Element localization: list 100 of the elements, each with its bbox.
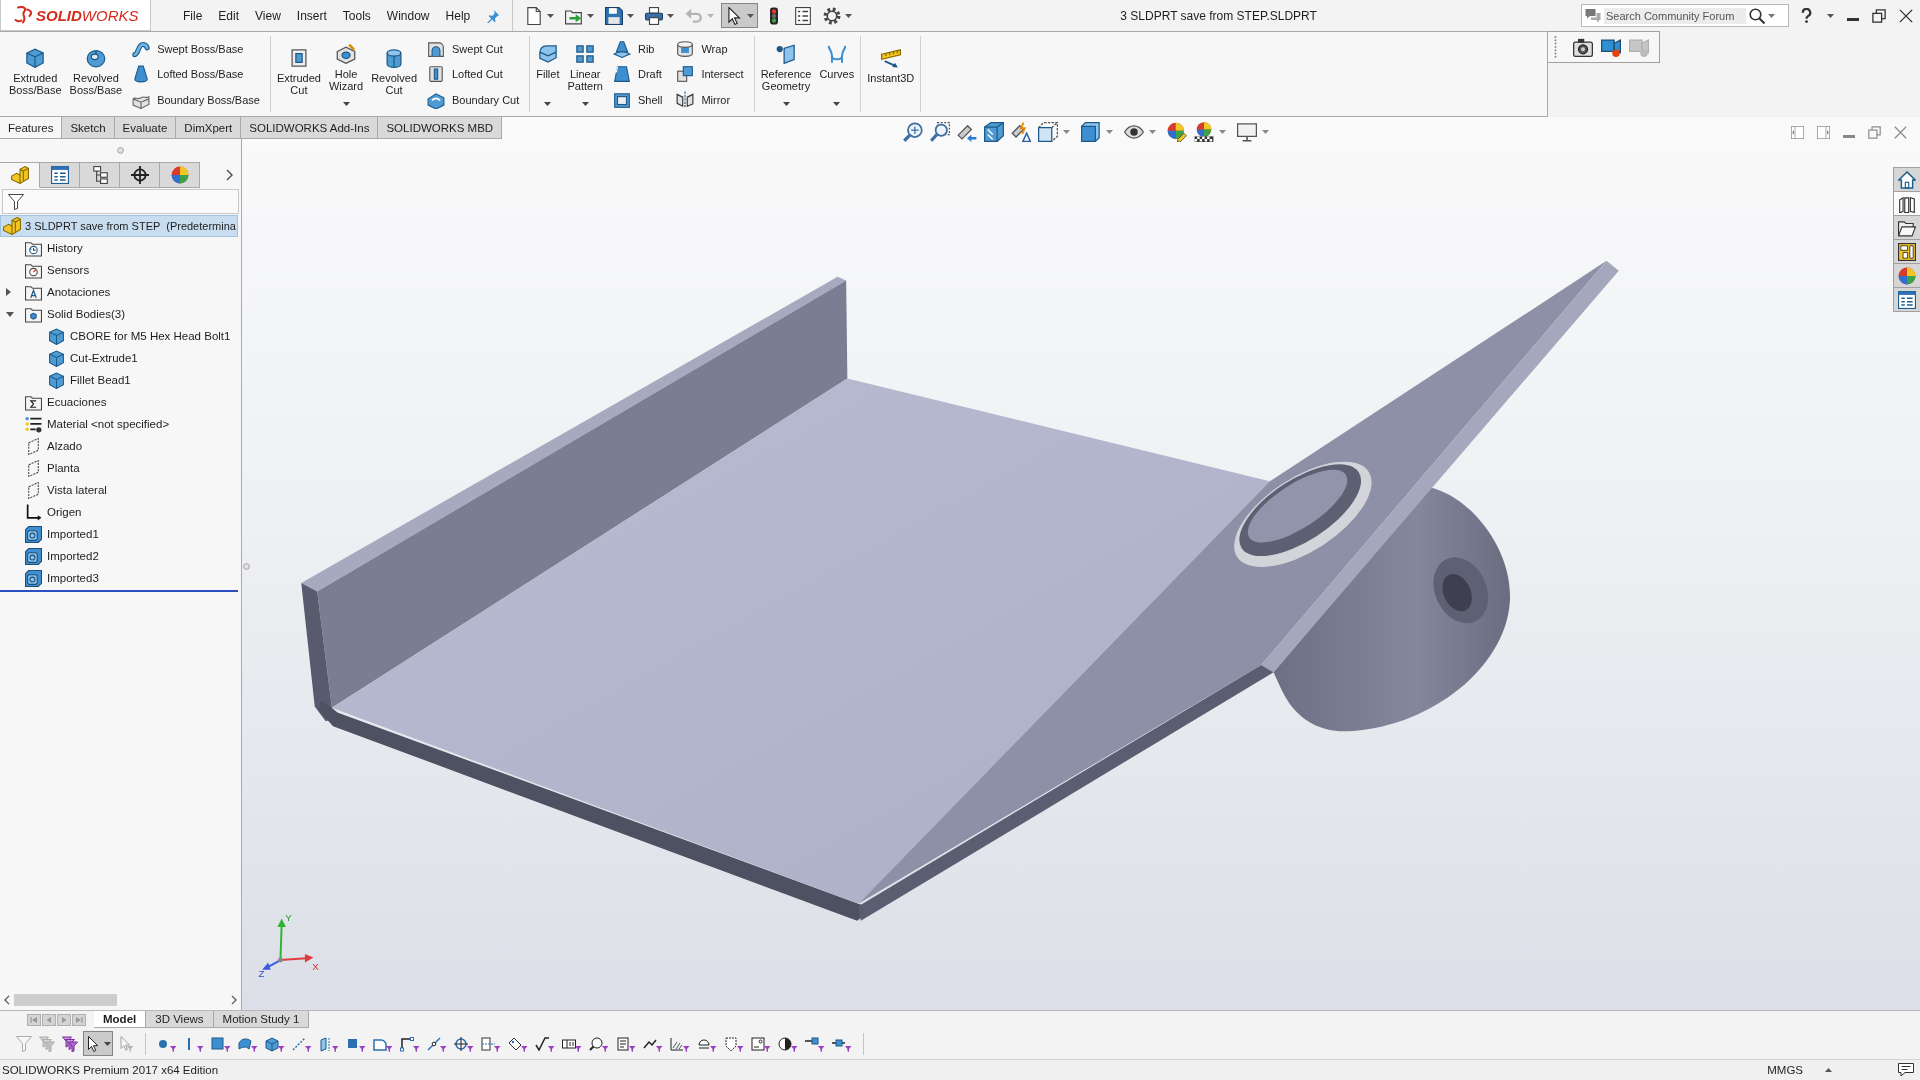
tool-button[interactable]: Swept Boss/Base: [130, 38, 262, 59]
tool-button[interactable]: Wrap: [674, 38, 746, 59]
tool-button[interactable]: Boundary Boss/Base: [130, 89, 262, 110]
grip-icon[interactable]: [117, 147, 124, 154]
tree-item[interactable]: Anotaciones: [6, 281, 111, 303]
ribbon-tab[interactable]: Features: [0, 117, 63, 139]
tree-item[interactable]: Alzado: [25, 435, 83, 457]
tool-button[interactable]: Boundary Cut: [425, 89, 522, 110]
menu-item[interactable]: Edit: [210, 6, 248, 25]
search-icon[interactable]: [1749, 7, 1765, 24]
toolbar-button[interactable]: [1573, 37, 1593, 57]
tool-button[interactable]: Swept Cut: [425, 38, 522, 59]
tool-button[interactable]: Hole Wizard: [324, 38, 368, 110]
task-pane-tab[interactable]: [1893, 191, 1920, 216]
ribbon-tab[interactable]: Sketch: [62, 117, 115, 139]
triangle-right-bar-icon[interactable]: [72, 1013, 86, 1026]
ribbon-tab[interactable]: Evaluate: [114, 117, 177, 139]
tree-item[interactable]: Imported3: [25, 567, 99, 589]
menu-item[interactable]: File: [175, 6, 211, 25]
chevron-right-icon[interactable]: [226, 169, 233, 181]
chevron-left-icon[interactable]: [4, 995, 10, 1005]
tool-button[interactable]: Reference Geometry: [756, 38, 816, 110]
caret-down-icon[interactable]: [342, 102, 350, 106]
toolbar-button[interactable]: [1601, 37, 1621, 57]
tool-button[interactable]: Intersect: [674, 63, 746, 85]
speech-bubble-icon[interactable]: [1898, 1062, 1914, 1078]
menu-item[interactable]: Insert: [288, 6, 335, 25]
tree-item[interactable]: Material <not specified>: [25, 413, 170, 435]
tool-button[interactable]: Rib: [610, 38, 665, 59]
tree-item[interactable]: Sensors: [25, 259, 90, 281]
tree-item[interactable]: Fillet Bead1: [48, 369, 131, 391]
tool-button[interactable]: Extruded Cut: [272, 38, 325, 110]
task-pane-tab[interactable]: [1893, 167, 1920, 192]
menu-item[interactable]: Help: [437, 6, 479, 25]
tool-button[interactable]: Mirror: [674, 89, 746, 110]
tree-item[interactable]: Solid Bodies(3): [6, 303, 125, 325]
units-label[interactable]: MMGS: [1767, 1064, 1803, 1076]
tool-button[interactable]: Lofted Boss/Base: [130, 63, 262, 85]
grip-icon[interactable]: [1554, 35, 1557, 59]
bar-triangle-left-icon[interactable]: [27, 1013, 41, 1026]
caret-up-icon[interactable]: [1825, 1068, 1832, 1072]
chevron-right-icon[interactable]: [231, 995, 237, 1005]
view-tab[interactable]: Motion Study 1: [213, 1011, 310, 1028]
menu-item[interactable]: Tools: [334, 6, 379, 25]
tool-button[interactable]: Shell: [610, 89, 665, 110]
ribbon-tab[interactable]: SOLIDWORKS MBD: [378, 117, 503, 139]
tool-button[interactable]: Extruded Boss/Base: [5, 38, 66, 110]
view-tab[interactable]: 3D Views: [146, 1011, 214, 1028]
filter-button[interactable]: [83, 1031, 113, 1056]
tree-item[interactable]: Planta: [25, 457, 80, 479]
tile-right-icon[interactable]: [1817, 126, 1830, 139]
grip-icon[interactable]: [243, 563, 250, 570]
menu-item[interactable]: Window: [378, 6, 438, 25]
tree-item[interactable]: 3 SLDPRT save from STEP (Predetermina: [0, 215, 238, 237]
panel-tab[interactable]: [80, 162, 120, 188]
minimize-icon[interactable]: [1843, 134, 1855, 138]
caret-down-icon[interactable]: [782, 102, 790, 106]
caret-down-icon[interactable]: [1768, 13, 1775, 18]
search-field[interactable]: Search Community Forum: [1581, 4, 1789, 27]
pin-icon[interactable]: [486, 8, 501, 23]
view-tab[interactable]: Model: [94, 1011, 147, 1028]
task-pane-tab[interactable]: [1893, 215, 1920, 240]
tile-left-icon[interactable]: [1791, 126, 1804, 139]
tool-button[interactable]: Lofted Cut: [425, 63, 522, 85]
caret-down-icon[interactable]: [833, 102, 841, 106]
tree-item[interactable]: Cut-Extrude1: [48, 347, 138, 369]
toolbar-button[interactable]: [1009, 121, 1033, 143]
panel-tab[interactable]: [40, 162, 80, 188]
caret-down-icon[interactable]: [581, 102, 589, 106]
tree-item[interactable]: Origen: [25, 501, 82, 523]
caret-down-icon[interactable]: [544, 102, 552, 106]
tree-item[interactable]: Imported1: [25, 523, 99, 545]
restore-icon[interactable]: [1872, 8, 1886, 23]
filter-field[interactable]: [2, 189, 239, 214]
caret-down-icon[interactable]: [1827, 13, 1834, 18]
menu-item[interactable]: View: [247, 6, 289, 25]
triangle-right-icon[interactable]: [57, 1013, 71, 1026]
tree-item[interactable]: Vista lateral: [25, 479, 107, 501]
close-icon[interactable]: [1899, 8, 1913, 23]
tool-button[interactable]: Linear Pattern: [563, 38, 607, 110]
toolbar-button[interactable]: [721, 3, 759, 28]
tool-button[interactable]: Curves: [815, 38, 859, 110]
tool-button[interactable]: Revolved Boss/Base: [65, 38, 127, 110]
ribbon-tab[interactable]: SOLIDWORKS Add-Ins: [241, 117, 379, 139]
tree-item[interactable]: History: [25, 237, 83, 259]
task-pane-tab[interactable]: [1893, 287, 1920, 312]
tool-button[interactable]: Instant3D: [863, 38, 919, 110]
caret-right-icon[interactable]: [6, 288, 11, 296]
triangle-left-icon[interactable]: [42, 1013, 56, 1026]
ribbon-tab[interactable]: DimXpert: [176, 117, 242, 139]
tree-item[interactable]: CBORE for M5 Hex Head Bolt1: [48, 325, 231, 347]
scrollbar-thumb[interactable]: [14, 994, 117, 1006]
task-pane-tab[interactable]: [1893, 239, 1920, 264]
tree-item[interactable]: Ecuaciones: [25, 391, 107, 413]
tree-item[interactable]: Imported2: [25, 545, 99, 567]
panel-tab[interactable]: [120, 162, 160, 188]
tool-button[interactable]: Fillet: [532, 38, 564, 110]
tool-button[interactable]: Revolved Cut: [367, 38, 421, 110]
toolbar-button[interactable]: [982, 121, 1006, 143]
help-icon[interactable]: [1799, 8, 1814, 23]
